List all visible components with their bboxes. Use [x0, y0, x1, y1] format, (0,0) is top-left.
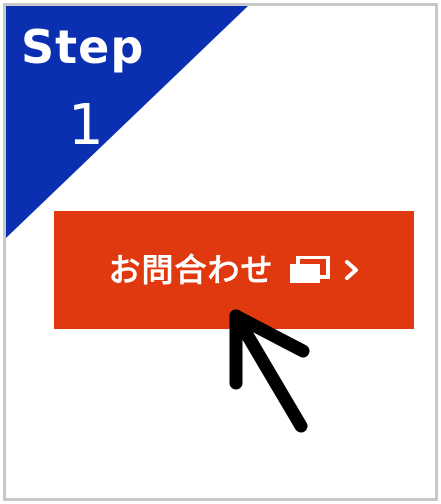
window-icon: [288, 255, 330, 284]
step-corner-badge: Step 1: [6, 6, 256, 246]
step-label: Step: [21, 20, 145, 74]
step-number: 1: [68, 93, 104, 158]
step-card: Step 1 お問合わせ: [3, 3, 438, 501]
arrow-cursor-icon: [211, 301, 331, 446]
contact-button-label: お問合わせ: [108, 251, 274, 289]
chevron-right-icon: [344, 258, 360, 282]
